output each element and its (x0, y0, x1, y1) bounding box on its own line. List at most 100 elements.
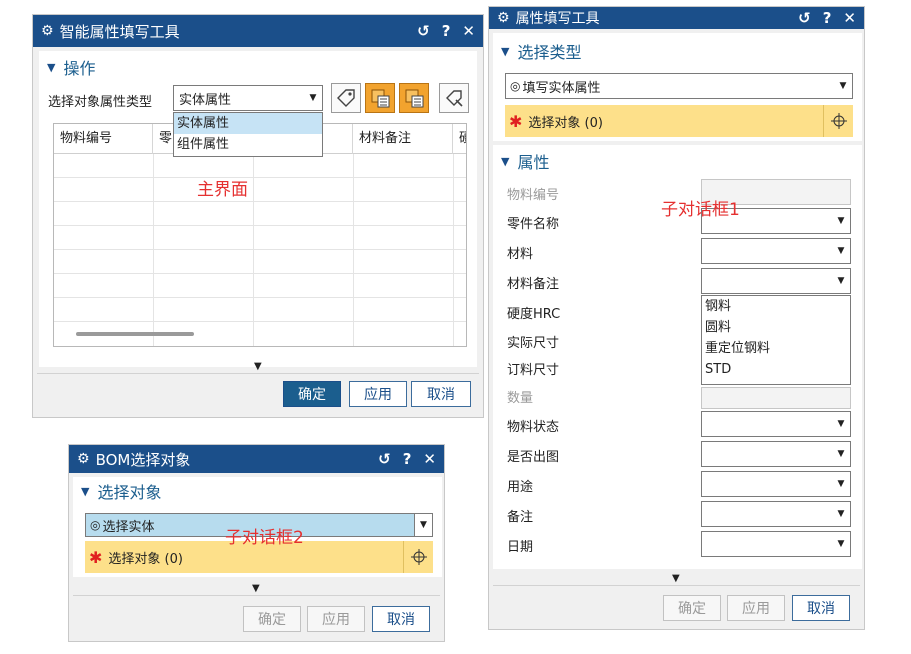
ok-button[interactable]: 确定 (663, 595, 721, 621)
sheet-edit-icon[interactable] (365, 83, 395, 113)
sheet-import-icon[interactable] (399, 83, 429, 113)
help-icon[interactable]: ? (442, 23, 451, 39)
table-row[interactable] (54, 226, 466, 250)
required-star-icon: ✱ (89, 547, 103, 567)
column-header[interactable]: 物料编号 (54, 124, 153, 154)
help-icon[interactable]: ? (823, 10, 832, 26)
required-star-icon: ✱ (509, 111, 523, 131)
bom-select-dialog: ⚙ BOM选择对象 ↺ ? ✕ ▼ 选择对象 ◎ 选择实体 ▼ ✱ 选择对象 (… (68, 444, 445, 642)
chevron-down-icon[interactable]: ▼ (304, 93, 322, 103)
select-tag-icon[interactable] (439, 83, 469, 113)
chevron-down-icon[interactable]: ▼ (832, 216, 850, 226)
material-select[interactable]: ▼ (701, 238, 851, 264)
attributes-title: 属性 (517, 153, 550, 172)
horizontal-scrollbar[interactable] (76, 332, 194, 336)
dropdown-option[interactable]: 圆料 (702, 317, 850, 338)
object-type-value: 实体属性 (179, 92, 232, 108)
select-type-header[interactable]: ▼ 选择类型 (501, 39, 581, 63)
main-dialog-title: 智能属性填写工具 (59, 22, 180, 41)
expand-footer-icon[interactable]: ▼ (254, 361, 262, 372)
attribute-fill-titlebar[interactable]: ⚙ 属性填写工具 ↺ ? ✕ (489, 7, 864, 29)
field-label: 材料备注 (507, 277, 560, 292)
material-note-select[interactable]: ▼ (701, 268, 851, 294)
chevron-down-icon[interactable]: ▼ (832, 509, 850, 519)
object-type-select[interactable]: 实体属性 ▼ (173, 85, 323, 111)
ok-button[interactable]: 确定 (243, 606, 301, 632)
fill-type-select[interactable]: ◎ 填写实体属性 ▼ (505, 73, 853, 99)
reset-icon[interactable]: ↺ (417, 23, 430, 39)
object-type-dropdown[interactable]: 实体属性 组件属性 (173, 112, 323, 157)
table-row[interactable] (54, 250, 466, 274)
cancel-button[interactable]: 取消 (792, 595, 850, 621)
fill-type-value: 填写实体属性 (522, 80, 601, 96)
main-dialog-titlebar[interactable]: ⚙ 智能属性填写工具 ↺ ? ✕ (33, 15, 483, 47)
attribute-fill-title: 属性填写工具 (515, 11, 600, 27)
chevron-down-icon[interactable]: ▼ (832, 276, 850, 286)
dropdown-option[interactable]: STD (702, 359, 850, 380)
table-row[interactable] (54, 202, 466, 226)
close-icon[interactable]: ✕ (843, 10, 856, 26)
date-select[interactable]: ▼ (701, 531, 851, 557)
tag-icon[interactable] (331, 83, 361, 113)
attributes-header[interactable]: ▼ 属性 (501, 149, 549, 173)
remark-select[interactable]: ▼ (701, 501, 851, 527)
dropdown-option[interactable]: 钢料 (702, 296, 850, 317)
apply-button[interactable]: 应用 (307, 606, 365, 632)
table-row[interactable] (54, 154, 466, 178)
purpose-select[interactable]: ▼ (701, 471, 851, 497)
reset-icon[interactable]: ↺ (798, 10, 811, 26)
operation-section-header[interactable]: ▼ 操作 (47, 55, 95, 79)
apply-button[interactable]: 应用 (727, 595, 785, 621)
collapse-triangle-icon[interactable]: ▼ (47, 61, 55, 74)
chevron-down-icon[interactable]: ▼ (832, 479, 850, 489)
chevron-down-icon[interactable]: ▼ (832, 419, 850, 429)
settings-gear-icon[interactable]: ⚙ (41, 23, 54, 39)
select-type-title: 选择类型 (517, 43, 582, 62)
dropdown-option[interactable]: 重定位钢料 (702, 338, 850, 359)
table-row[interactable] (54, 298, 466, 322)
collapse-triangle-icon[interactable]: ▼ (501, 155, 509, 168)
reset-icon[interactable]: ↺ (378, 451, 391, 467)
expand-footer-icon[interactable]: ▼ (252, 583, 260, 594)
column-header[interactable]: 硬 (453, 124, 466, 154)
apply-button[interactable]: 应用 (349, 381, 407, 407)
chevron-down-icon[interactable]: ▼ (834, 81, 852, 91)
field-label: 物料状态 (507, 420, 560, 435)
close-icon[interactable]: ✕ (462, 23, 475, 39)
dropdown-option[interactable]: 组件属性 (174, 134, 322, 155)
collapse-triangle-icon[interactable]: ▼ (501, 45, 509, 58)
settings-gear-icon[interactable]: ⚙ (77, 451, 90, 467)
solid-body-icon: ◎ (510, 79, 521, 93)
operation-section: ▼ 操作 选择对象属性类型 实体属性 ▼ 物料编号 零 材料备注 实体属性 组件… (39, 51, 477, 367)
select-object-header[interactable]: ▼ 选择对象 (81, 479, 161, 503)
field-label: 实际尺寸 (507, 336, 560, 351)
expand-footer-icon[interactable]: ▼ (672, 573, 680, 584)
field-label: 数量 (507, 391, 534, 406)
chevron-down-icon[interactable]: ▼ (414, 514, 432, 536)
main-dialog: ⚙ 智能属性填写工具 ↺ ? ✕ ▼ 操作 选择对象属性类型 实体属性 ▼ 物料… (32, 14, 484, 418)
chevron-down-icon[interactable]: ▼ (832, 449, 850, 459)
help-icon[interactable]: ? (403, 451, 412, 467)
cancel-button[interactable]: 取消 (372, 606, 430, 632)
field-label: 硬度HRC (507, 307, 561, 322)
crosshair-icon[interactable] (823, 105, 853, 137)
settings-gear-icon[interactable]: ⚙ (497, 10, 510, 26)
select-object-row[interactable]: ✱ 选择对象 (0) (505, 105, 853, 137)
drawing-output-select[interactable]: ▼ (701, 441, 851, 467)
chevron-down-icon[interactable]: ▼ (832, 246, 850, 256)
select-object-label: 选择对象 (0) (528, 115, 603, 131)
collapse-triangle-icon[interactable]: ▼ (81, 485, 89, 498)
table-row[interactable] (54, 274, 466, 298)
dropdown-option[interactable]: 实体属性 (174, 113, 322, 134)
crosshair-icon[interactable] (403, 541, 433, 573)
cancel-button[interactable]: 取消 (411, 381, 471, 407)
bom-select-titlebar[interactable]: ⚙ BOM选择对象 ↺ ? ✕ (69, 445, 444, 473)
close-icon[interactable]: ✕ (423, 451, 436, 467)
field-label: 材料 (507, 247, 534, 262)
chevron-down-icon[interactable]: ▼ (832, 539, 850, 549)
ok-button[interactable]: 确定 (283, 381, 341, 407)
material-status-select[interactable]: ▼ (701, 411, 851, 437)
column-header[interactable]: 材料备注 (353, 124, 453, 154)
table-row[interactable] (54, 178, 466, 202)
material-note-dropdown[interactable]: 钢料 圆料 重定位钢料 STD (701, 295, 851, 385)
